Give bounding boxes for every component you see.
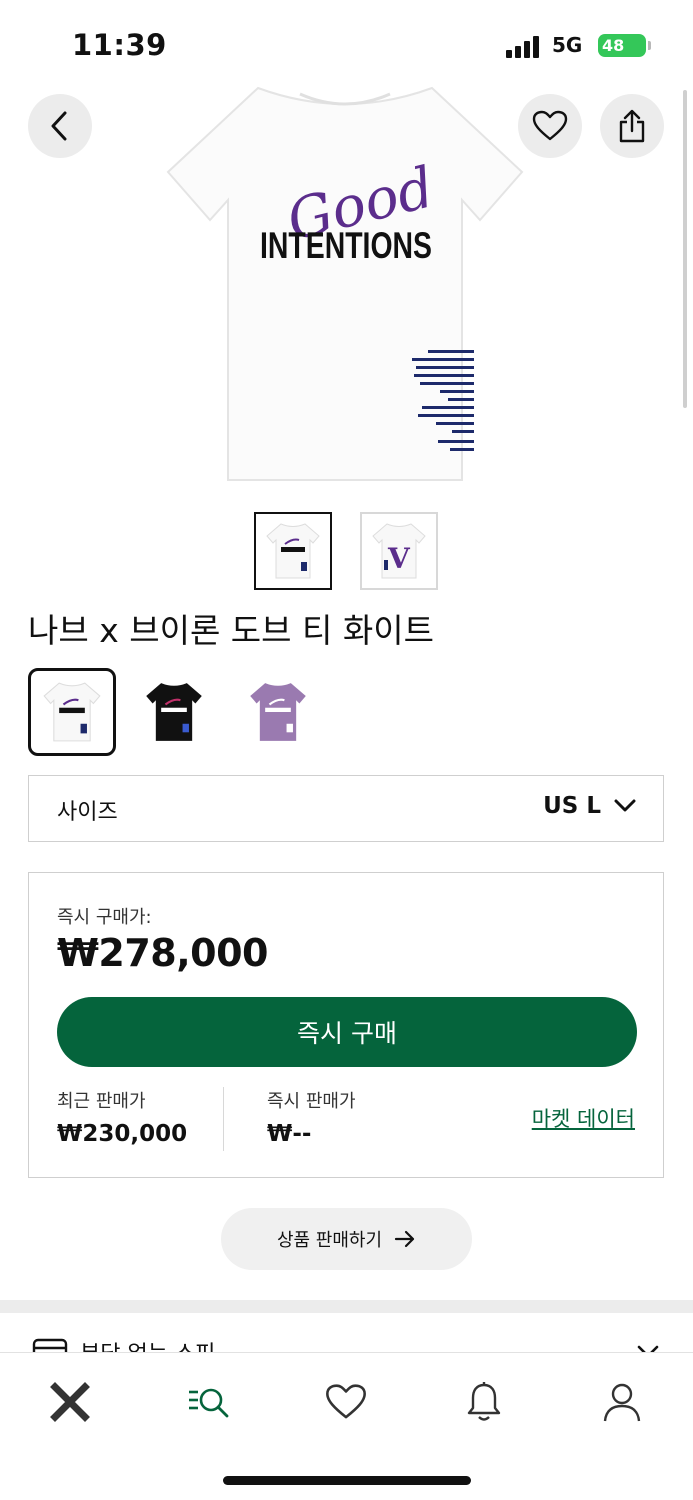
search-list-icon <box>189 1388 229 1418</box>
scroll-indicator <box>683 90 687 408</box>
color-option-white[interactable] <box>28 668 116 756</box>
network-type: 5G <box>552 33 583 57</box>
chevron-left-icon <box>51 111 67 141</box>
wishlist-button[interactable] <box>518 94 582 158</box>
person-icon <box>603 1383 641 1422</box>
svg-text:INTENTIONS: INTENTIONS <box>260 225 432 266</box>
status-time: 11:39 <box>72 28 167 62</box>
bell-icon <box>467 1382 501 1421</box>
product-image[interactable]: Good INTENTIONS <box>150 80 540 490</box>
size-value: US L <box>543 793 601 819</box>
share-icon <box>619 109 645 143</box>
tab-saved[interactable] <box>322 1379 370 1425</box>
color-option-black[interactable] <box>130 668 218 756</box>
image-thumbnail-front[interactable] <box>254 512 332 590</box>
image-thumbnail-back[interactable]: V <box>360 512 438 590</box>
heart-icon <box>326 1384 366 1419</box>
heart-icon <box>532 110 568 141</box>
section-divider <box>0 1300 693 1313</box>
next-section-peek: 부담 없는 스피 <box>28 1332 668 1354</box>
logo-x-icon <box>50 1382 90 1422</box>
size-selector[interactable]: 사이즈 US L <box>28 775 664 842</box>
divider <box>223 1087 224 1151</box>
home-indicator <box>223 1476 471 1485</box>
svg-text:V: V <box>387 542 411 575</box>
market-data-link[interactable]: 마켓 데이터 <box>532 1103 635 1133</box>
buy-now-price: ₩278,000 <box>57 931 269 975</box>
share-button[interactable] <box>600 94 664 158</box>
instant-sell-label: 즉시 판매가 <box>267 1091 356 1112</box>
battery-level: 48 <box>602 36 625 55</box>
signal-icon <box>506 34 542 58</box>
battery-icon: 48 <box>598 34 651 57</box>
sell-product-label: 상품 판매하기 <box>276 1230 383 1251</box>
tab-notifications[interactable] <box>460 1379 508 1425</box>
arrow-right-icon <box>394 1230 415 1248</box>
buy-now-button[interactable]: 즉시 구매 <box>57 997 637 1067</box>
tab-search[interactable] <box>184 1379 232 1425</box>
instant-sell-price: ₩-- <box>267 1121 312 1147</box>
back-button[interactable] <box>28 94 92 158</box>
status-bar: 11:39 5G 48 <box>0 0 693 90</box>
sell-product-button[interactable]: 상품 판매하기 <box>221 1208 472 1270</box>
recent-sale-label: 최근 판매가 <box>57 1091 146 1112</box>
buy-now-price-label: 즉시 구매가: <box>57 907 152 928</box>
tab-home[interactable] <box>46 1379 94 1425</box>
chevron-down-icon <box>614 799 636 812</box>
recent-sale-price: ₩230,000 <box>57 1121 188 1147</box>
size-label: 사이즈 <box>57 800 118 825</box>
color-option-purple[interactable] <box>234 668 322 756</box>
tab-profile[interactable] <box>598 1379 646 1425</box>
product-title: 나브 x 브이론 도브 티 화이트 <box>28 611 434 650</box>
price-panel: 즉시 구매가: ₩278,000 즉시 구매 최근 판매가 ₩230,000 즉… <box>28 872 664 1178</box>
